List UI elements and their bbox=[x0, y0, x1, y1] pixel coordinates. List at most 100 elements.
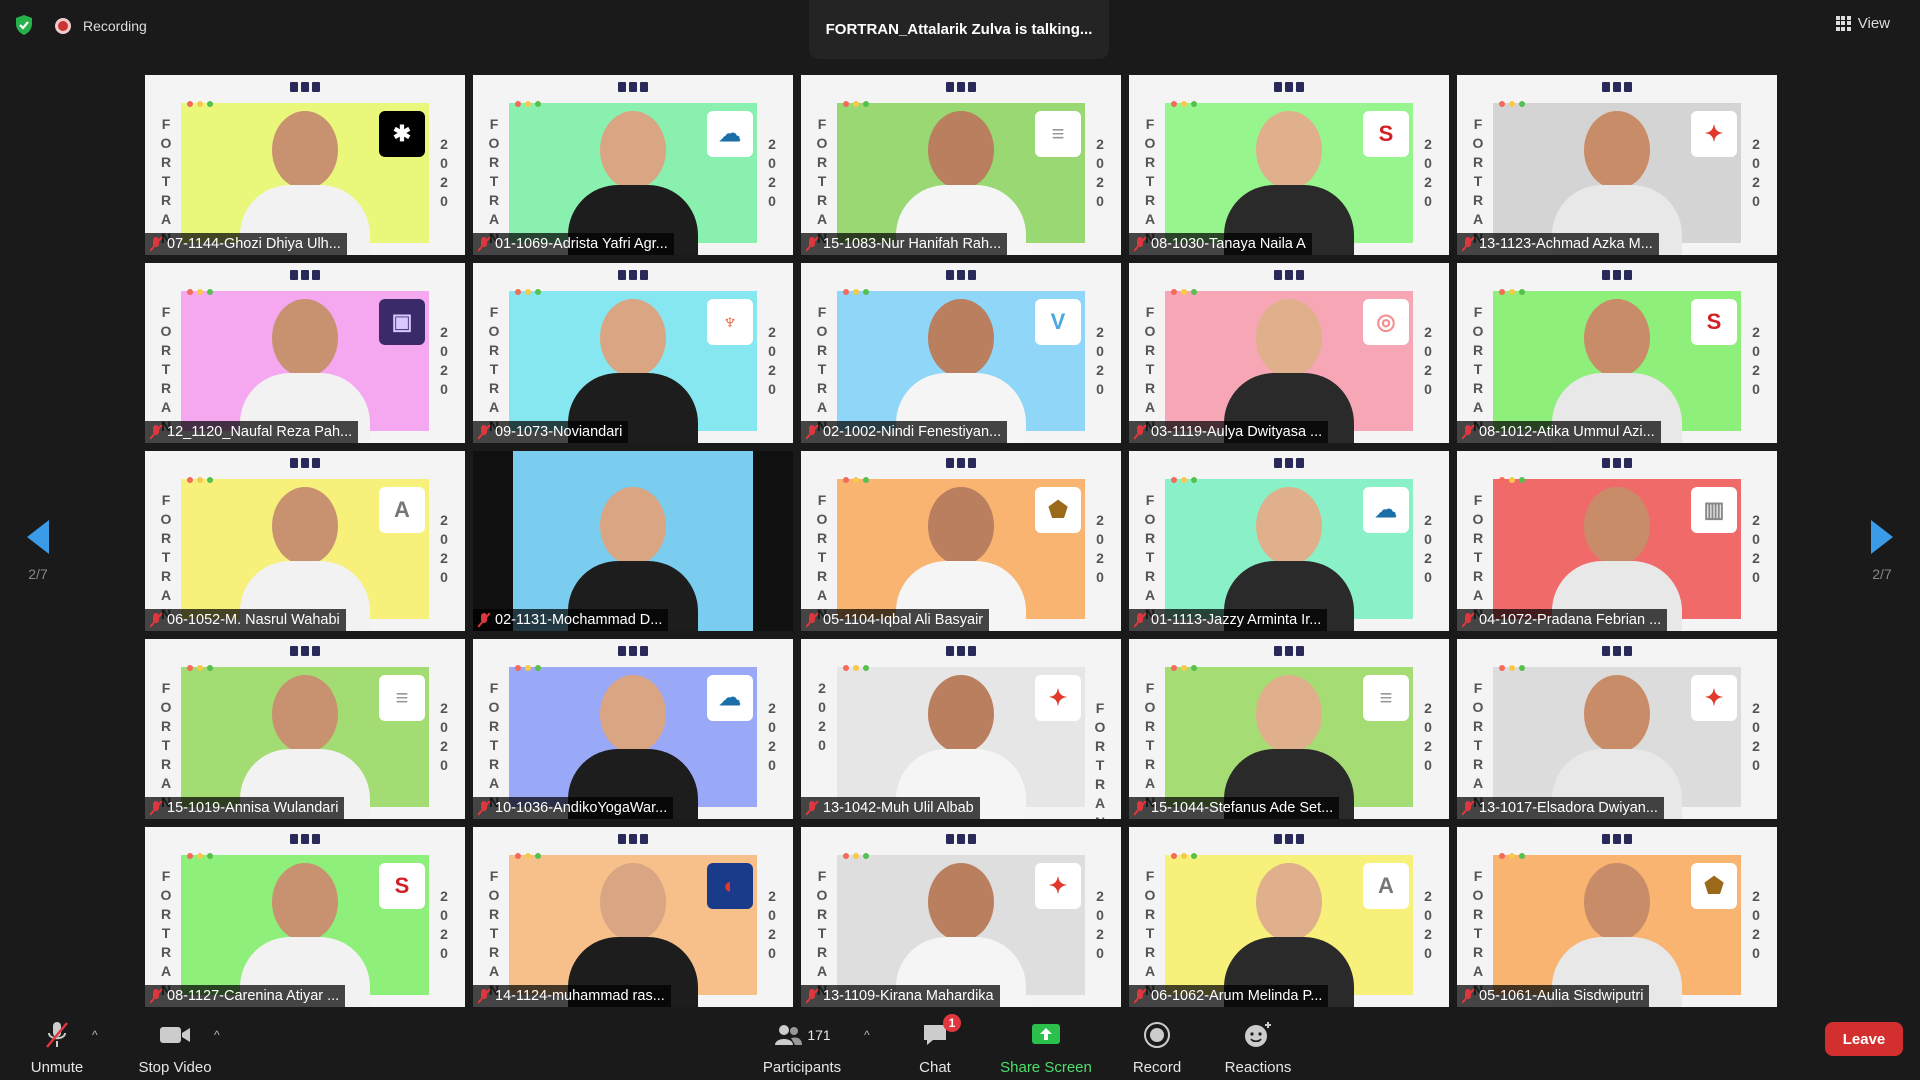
participant-name-tag: 02-1131-Mochammad D... bbox=[473, 609, 669, 631]
tile-vertical-year: 2020 bbox=[1096, 512, 1104, 585]
tile-vertical-year: 2020 bbox=[1096, 888, 1104, 961]
team-logo-icon: A bbox=[379, 487, 425, 533]
participant-name: 10-1036-AndikoYogaWar... bbox=[495, 800, 668, 816]
participant-name: 14-1124-muhammad ras... bbox=[495, 988, 665, 1004]
recording-indicator[interactable]: Recording bbox=[55, 16, 147, 36]
active-speaker-text: FORTRAN_Attalarik Zulva is talking... bbox=[825, 21, 1093, 38]
window-dots-icon bbox=[187, 853, 213, 859]
participant-tile[interactable]: FORTRAN 2020 ≡ 15-1019-Annisa Wulandari bbox=[145, 639, 465, 819]
participant-tile[interactable]: FORTRAN 2020 ♆ 09-1073-Noviandari bbox=[473, 263, 793, 443]
participant-tile[interactable]: FORTRAN 2020 ◎ 03-1119-Aulya Dwityasa ..… bbox=[1129, 263, 1449, 443]
participant-tile[interactable]: FORTRAN 2020 ⬟ 05-1061-Aulia Sisdwiputri bbox=[1457, 827, 1777, 1007]
participant-name: 06-1052-M. Nasrul Wahabi bbox=[167, 612, 340, 628]
unmute-button[interactable]: Unmute bbox=[25, 1020, 89, 1076]
participants-options-caret[interactable]: ^ bbox=[864, 1028, 870, 1042]
participants-count: 171 bbox=[807, 1027, 831, 1043]
tile-vertical-text: FORTRAN bbox=[816, 492, 828, 622]
previous-page-button[interactable]: 2/7 bbox=[8, 520, 68, 590]
participant-tile[interactable]: FORTRAN 2020 ≡ 15-1044-Stefanus Ade Set.… bbox=[1129, 639, 1449, 819]
participant-tile[interactable]: FORTRAN 2020 ▥ 04-1072-Pradana Febrian .… bbox=[1457, 451, 1777, 631]
page-indicator-right: 2/7 bbox=[1872, 566, 1892, 582]
participant-tile[interactable]: FORTRAN 2020 ✱ 07-1144-Ghozi Dhiya Ulh..… bbox=[145, 75, 465, 255]
team-logo-icon: ☁ bbox=[707, 675, 753, 721]
participant-name-tag: 15-1083-Nur Hanifah Rah... bbox=[801, 233, 1008, 255]
tile-vertical-year: 2020 bbox=[1424, 324, 1432, 397]
header-icons bbox=[1274, 458, 1304, 468]
share-screen-button[interactable]: Share Screen bbox=[1000, 1020, 1092, 1076]
participant-tile[interactable]: FORTRAN 2020 02-1131-Mochammad D... bbox=[473, 451, 793, 631]
header-icons bbox=[618, 646, 648, 656]
participant-name: 05-1104-Iqbal Ali Basyair bbox=[823, 612, 984, 628]
participant-tile[interactable]: FORTRAN 2020 ☁ 01-1069-Adrista Yafri Agr… bbox=[473, 75, 793, 255]
window-dots-icon bbox=[187, 101, 213, 107]
participant-name-tag: 05-1061-Aulia Sisdwiputri bbox=[1457, 985, 1650, 1007]
next-page-button[interactable]: 2/7 bbox=[1852, 520, 1912, 590]
window-dots-icon bbox=[1499, 101, 1525, 107]
participant-name: 01-1113-Jazzy Arminta Ir... bbox=[1151, 612, 1322, 628]
recording-dot-icon bbox=[55, 18, 71, 34]
audio-options-caret[interactable]: ^ bbox=[92, 1028, 98, 1042]
participant-head bbox=[272, 487, 338, 565]
tile-vertical-text: FORTRAN bbox=[488, 868, 500, 998]
mic-muted-icon bbox=[477, 612, 491, 628]
team-logo-icon: ☁ bbox=[1363, 487, 1409, 533]
participants-button[interactable]: 171 Participants bbox=[760, 1020, 844, 1076]
participant-tile[interactable]: FORTRAN 2020 S 08-1012-Atika Ummul Azi..… bbox=[1457, 263, 1777, 443]
mic-muted-icon bbox=[805, 612, 819, 628]
share-screen-icon bbox=[1031, 1020, 1061, 1050]
participant-tile[interactable]: FORTRAN 2020 S 08-1030-Tanaya Naila A bbox=[1129, 75, 1449, 255]
team-logo-icon: ♆ bbox=[707, 299, 753, 345]
window-dots-icon bbox=[843, 289, 869, 295]
shield-check-icon[interactable] bbox=[14, 14, 34, 36]
participant-tile[interactable]: FORTRAN 2020 ⬟ 05-1104-Iqbal Ali Basyair bbox=[801, 451, 1121, 631]
participant-tile[interactable]: FORTRAN 2020 ✦ 13-1017-Elsadora Dwiyan..… bbox=[1457, 639, 1777, 819]
participant-tile[interactable]: FORTRAN 2020 A 06-1062-Arum Melinda P... bbox=[1129, 827, 1449, 1007]
header-icons bbox=[1274, 270, 1304, 280]
team-logo-icon: ✦ bbox=[1691, 111, 1737, 157]
participant-tile[interactable]: FORTRAN 2020 ☁ 10-1036-AndikoYogaWar... bbox=[473, 639, 793, 819]
participant-tile[interactable]: FORTRAN 2020 V 02-1002-Nindi Fenestiyan.… bbox=[801, 263, 1121, 443]
header-icons bbox=[946, 270, 976, 280]
participant-tile[interactable]: FORTRAN 2020 ▣ 12_1120_Naufal Reza Pah..… bbox=[145, 263, 465, 443]
mic-muted-icon bbox=[1461, 612, 1475, 628]
mic-muted-icon bbox=[477, 236, 491, 252]
tile-vertical-text: FORTRAN bbox=[1144, 868, 1156, 998]
participant-name-tag: 13-1042-Muh Ulil Albab bbox=[801, 797, 980, 819]
tile-vertical-text: FORTRAN bbox=[1144, 680, 1156, 810]
participant-tile[interactable]: 2020 FORTRAN ✦ 13-1042-Muh Ulil Albab bbox=[801, 639, 1121, 819]
participant-name: 01-1069-Adrista Yafri Agr... bbox=[495, 236, 668, 252]
participant-tile[interactable]: FORTRAN 2020 ☁ 01-1113-Jazzy Arminta Ir.… bbox=[1129, 451, 1449, 631]
mic-muted-icon bbox=[149, 612, 163, 628]
participant-tile[interactable]: FORTRAN 2020 ✦ 13-1109-Kirana Mahardika bbox=[801, 827, 1121, 1007]
participant-tile[interactable]: FORTRAN 2020 ≡ 15-1083-Nur Hanifah Rah..… bbox=[801, 75, 1121, 255]
participant-tile[interactable]: FORTRAN 2020 ✦ 13-1123-Achmad Azka M... bbox=[1457, 75, 1777, 255]
participant-name: 09-1073-Noviandari bbox=[495, 424, 623, 440]
tile-vertical-year: 2020 bbox=[1752, 700, 1760, 773]
participant-tile[interactable]: FORTRAN 2020 A 06-1052-M. Nasrul Wahabi bbox=[145, 451, 465, 631]
chat-button[interactable]: 1 Chat bbox=[910, 1014, 961, 1076]
participant-name-tag: 09-1073-Noviandari bbox=[473, 421, 629, 443]
participant-name: 13-1109-Kirana Mahardika bbox=[823, 988, 994, 1004]
participant-name-tag: 15-1019-Annisa Wulandari bbox=[145, 797, 345, 819]
arrow-left-icon bbox=[27, 520, 49, 554]
tile-vertical-text: FORTRAN bbox=[488, 680, 500, 810]
tile-vertical-year: 2020 bbox=[440, 512, 448, 585]
tile-vertical-text: FORTRAN bbox=[160, 304, 172, 434]
header-icons bbox=[1602, 82, 1632, 92]
leave-button[interactable]: Leave bbox=[1825, 1022, 1903, 1056]
participant-tile[interactable]: FORTRAN 2020 ◐ 14-1124-muhammad ras... bbox=[473, 827, 793, 1007]
mic-muted-icon bbox=[1461, 236, 1475, 252]
team-logo-icon: S bbox=[1363, 111, 1409, 157]
reactions-button[interactable]: Reactions bbox=[1222, 1020, 1294, 1076]
participant-head bbox=[928, 675, 994, 753]
participant-name-tag: 15-1044-Stefanus Ade Set... bbox=[1129, 797, 1340, 819]
record-button[interactable]: Record bbox=[1130, 1020, 1184, 1076]
tile-vertical-year: 2020 bbox=[768, 700, 776, 773]
video-options-caret[interactable]: ^ bbox=[214, 1028, 220, 1042]
participants-icon-row: 171 bbox=[773, 1020, 831, 1050]
view-button[interactable]: View bbox=[1826, 10, 1900, 36]
participant-tile[interactable]: FORTRAN 2020 S 08-1127-Carenina Atiyar .… bbox=[145, 827, 465, 1007]
header-icons bbox=[1274, 646, 1304, 656]
participant-head bbox=[272, 299, 338, 377]
stop-video-button[interactable]: Stop Video bbox=[134, 1020, 216, 1076]
